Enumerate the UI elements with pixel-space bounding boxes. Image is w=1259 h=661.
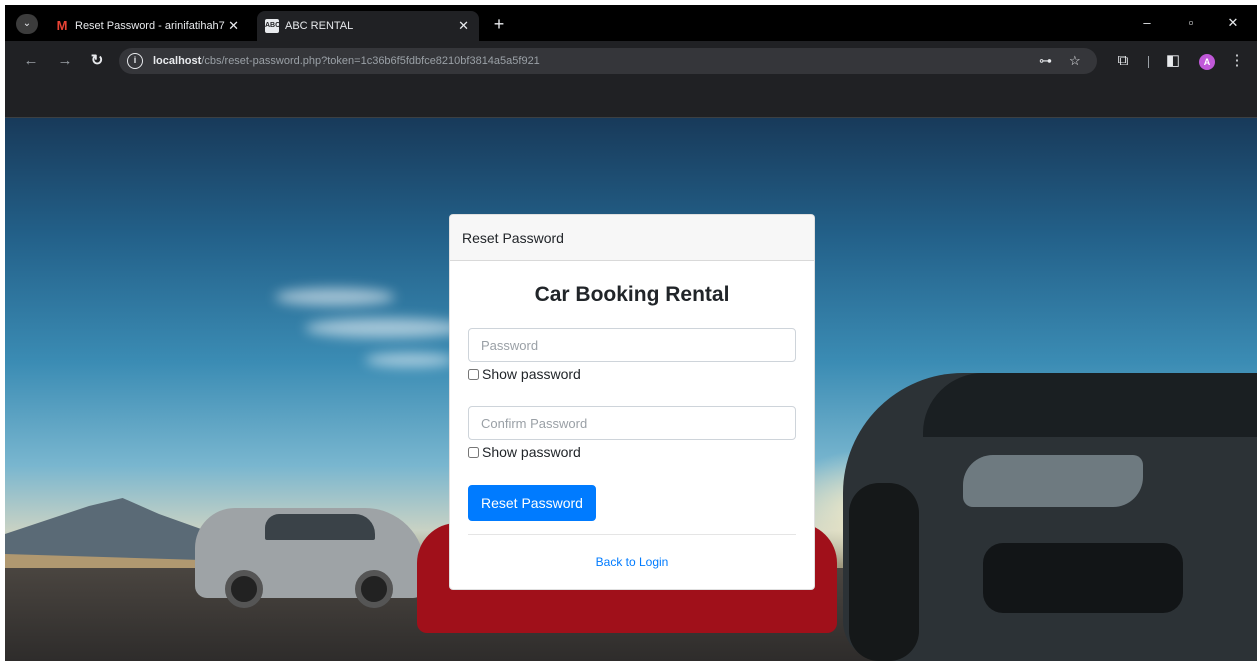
confirm-password-input[interactable] <box>468 406 796 440</box>
site-info-icon[interactable]: i <box>127 53 143 69</box>
gmail-icon: M <box>56 18 68 33</box>
reset-password-button[interactable]: Reset Password <box>468 485 596 521</box>
show-password-label: Show password <box>482 444 581 460</box>
tab-strip: ⌄ M Reset Password - arinifatihah71 ✕ AB… <box>5 5 1257 41</box>
background-car-convertible <box>843 373 1257 661</box>
browser-toolbar: ← → ↻ i localhost/cbs/reset-password.php… <box>5 41 1257 81</box>
show-password-label: Show password <box>482 366 581 382</box>
show-confirm-password-toggle[interactable]: Show password <box>468 443 581 461</box>
brand-title: Car Booking Rental <box>534 283 730 306</box>
page-viewport: Reset Password Car Booking Rental Show p… <box>5 118 1257 661</box>
close-window-icon[interactable]: ✕ <box>1213 11 1253 35</box>
tab-abc-rental[interactable]: ABC ABC RENTAL ✕ <box>257 11 479 41</box>
menu-kebab-icon[interactable]: ⋮ <box>1225 49 1249 73</box>
tab-search-button[interactable]: ⌄ <box>16 14 38 34</box>
bookmark-star-icon[interactable]: ☆ <box>1069 48 1081 74</box>
show-password-checkbox[interactable] <box>468 369 479 380</box>
extensions-puzzle-icon[interactable]: ⧉ <box>1111 49 1135 73</box>
card-divider <box>468 534 796 535</box>
background-car-silver <box>195 508 425 608</box>
forward-arrow-icon[interactable]: → <box>53 49 77 73</box>
password-input[interactable] <box>468 328 796 362</box>
tab-gmail[interactable]: M Reset Password - arinifatihah71 ✕ <box>47 11 249 41</box>
side-panel-icon[interactable]: ◧ <box>1161 49 1185 73</box>
reload-icon[interactable]: ↻ <box>85 49 109 73</box>
tab-title: Reset Password - arinifatihah71 <box>75 20 225 32</box>
close-tab-icon[interactable]: ✕ <box>228 11 239 41</box>
restore-icon[interactable]: ▫ <box>1171 11 1211 35</box>
abc-rental-icon: ABC <box>265 19 280 33</box>
password-key-icon[interactable]: ⊶ <box>1039 48 1052 74</box>
minimize-icon[interactable]: – <box>1127 11 1167 35</box>
close-tab-icon[interactable]: ✕ <box>458 11 469 41</box>
tab-title: ABC RENTAL <box>285 20 354 32</box>
profile-avatar[interactable]: A <box>1199 54 1215 70</box>
toolbar-divider <box>1148 56 1149 68</box>
bookmarks-bar <box>5 81 1257 118</box>
background-cloud <box>365 353 455 367</box>
reset-password-card: Reset Password Car Booking Rental Show p… <box>449 214 815 590</box>
address-bar[interactable]: i localhost/cbs/reset-password.php?token… <box>119 48 1097 74</box>
new-tab-button[interactable]: + <box>485 11 513 39</box>
show-confirm-password-checkbox[interactable] <box>468 447 479 458</box>
browser-window: ⌄ M Reset Password - arinifatihah71 ✕ AB… <box>5 5 1257 661</box>
url-text[interactable]: localhost/cbs/reset-password.php?token=1… <box>153 48 540 74</box>
back-arrow-icon[interactable]: ← <box>19 49 43 73</box>
back-to-login-link[interactable]: Back to Login <box>450 555 814 569</box>
show-password-toggle[interactable]: Show password <box>468 365 581 383</box>
card-header: Reset Password <box>450 215 814 261</box>
background-cloud <box>305 318 465 338</box>
background-cloud <box>275 288 395 306</box>
